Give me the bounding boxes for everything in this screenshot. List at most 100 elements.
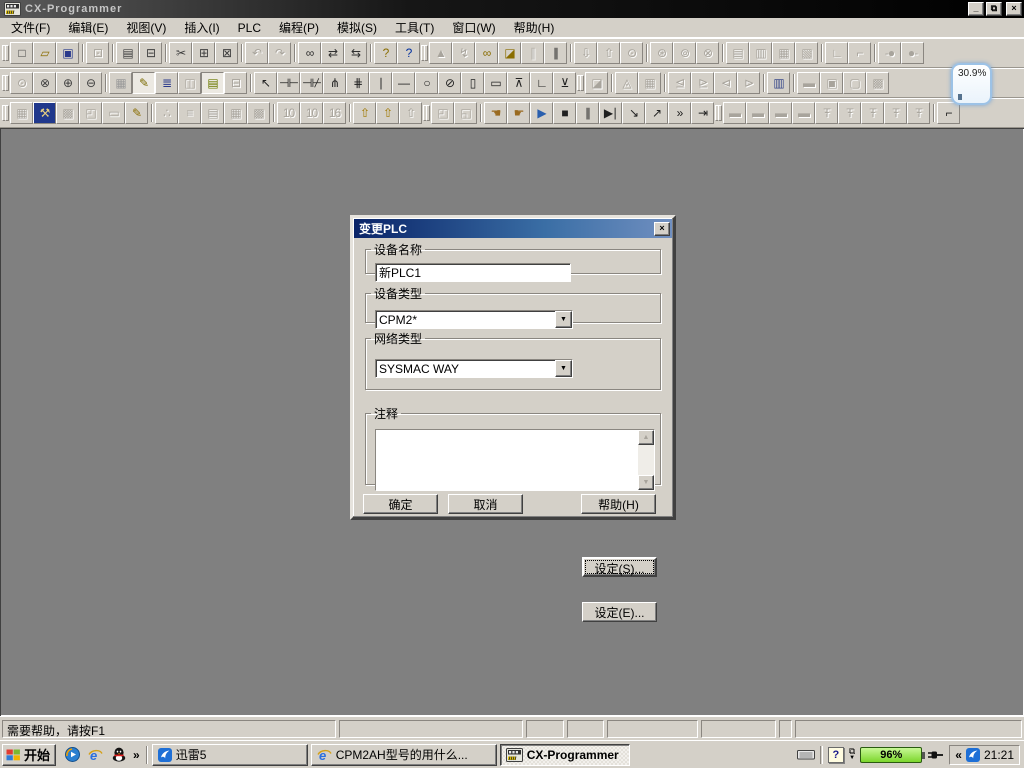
- io-monitor-4-icon[interactable]: ▬: [792, 102, 815, 124]
- media-player-icon[interactable]: [64, 747, 81, 763]
- keyboard-icon[interactable]: [797, 748, 815, 761]
- decimal-monitor-10-icon[interactable]: 10: [277, 102, 300, 124]
- memory-window-1-icon[interactable]: ▩: [56, 102, 79, 124]
- device-type-settings-button[interactable]: 设定(S)...: [582, 557, 657, 577]
- thunder-tray-icon[interactable]: [966, 748, 980, 762]
- hex-monitor-16-icon[interactable]: 16: [323, 102, 346, 124]
- cut-icon[interactable]: ✂: [169, 42, 192, 64]
- io-monitor-3-icon[interactable]: ▬: [769, 102, 792, 124]
- memory-window-2-icon[interactable]: ◰: [79, 102, 102, 124]
- start-button[interactable]: 开始: [2, 744, 56, 766]
- zoom-select-icon[interactable]: ⊙: [10, 72, 33, 94]
- window-view-2-icon[interactable]: ◱: [454, 102, 477, 124]
- window-switch-icon[interactable]: ⧉▼: [849, 748, 855, 762]
- watch-window-2-icon[interactable]: ▥: [749, 42, 772, 64]
- device-type-dropdown-icon[interactable]: ▼: [555, 311, 572, 328]
- force-off-icon[interactable]: ●-: [901, 42, 924, 64]
- restore-button[interactable]: ⧉: [986, 2, 1002, 16]
- global-symbols-icon[interactable]: ▦: [224, 102, 247, 124]
- battery-indicator[interactable]: 96%: [860, 747, 922, 763]
- menu-item-view[interactable]: 视图(V): [117, 17, 175, 38]
- menu-item-window[interactable]: 窗口(W): [443, 17, 504, 38]
- cancel-button[interactable]: 取消: [448, 494, 523, 514]
- sim-continuous-run-icon[interactable]: »: [668, 102, 691, 124]
- undo-icon[interactable]: ↶: [245, 42, 268, 64]
- qq-icon[interactable]: [110, 747, 127, 763]
- input-help-icon[interactable]: ?: [828, 747, 844, 763]
- force-on-icon[interactable]: -●: [878, 42, 901, 64]
- page-setup-icon[interactable]: ⊡: [86, 42, 109, 64]
- show-rungs-icon[interactable]: ▤: [201, 72, 224, 94]
- task-button-ie[interactable]: eCPM2AH型号的用什么...: [311, 744, 497, 766]
- power-plug-icon[interactable]: [927, 749, 944, 761]
- io-monitor-1-icon[interactable]: ▬: [723, 102, 746, 124]
- network-type-settings-button[interactable]: 设定(E)...: [582, 602, 657, 622]
- io-condition-2-icon[interactable]: Ŧ: [838, 102, 861, 124]
- quick-launch-overflow-chevron[interactable]: »: [133, 748, 140, 762]
- menu-item-edit[interactable]: 编辑(E): [59, 17, 117, 38]
- toolbar-grip[interactable]: [1, 102, 9, 124]
- delete-connector-icon[interactable]: ⊻: [553, 72, 576, 94]
- replace-icon[interactable]: ⇄: [321, 42, 344, 64]
- help-button[interactable]: 帮助(H): [581, 494, 656, 514]
- minimize-button[interactable]: _: [968, 2, 984, 16]
- new-project-icon[interactable]: □: [10, 42, 33, 64]
- io-condition-3-icon[interactable]: Ŧ: [861, 102, 884, 124]
- sim-pause-icon[interactable]: ∥: [576, 102, 599, 124]
- window-view-1-icon[interactable]: ◰: [431, 102, 454, 124]
- memory-editor-icon[interactable]: ▩: [247, 102, 270, 124]
- local-symbols-icon[interactable]: ▤: [201, 102, 224, 124]
- signed-decimal-10-icon[interactable]: 10: [300, 102, 323, 124]
- compile-icon[interactable]: ▲: [429, 42, 452, 64]
- show-grid-icon[interactable]: ▦: [109, 72, 132, 94]
- toolbar-grip[interactable]: [420, 42, 428, 64]
- menu-item-program[interactable]: 编程(P): [270, 17, 328, 38]
- new-closed-contact-icon[interactable]: ⊣⊬: [300, 72, 323, 94]
- new-connector-icon[interactable]: ∟: [530, 72, 553, 94]
- save-project-icon[interactable]: ▣: [56, 42, 79, 64]
- toolbar-grip[interactable]: [1, 72, 9, 94]
- menu-item-file[interactable]: 文件(F): [2, 17, 59, 38]
- selection-mode-icon[interactable]: ↖: [254, 72, 277, 94]
- online-edit-rung-2-icon[interactable]: ⊵: [691, 72, 714, 94]
- compile-all-icon[interactable]: ↯: [452, 42, 475, 64]
- dialog-titlebar[interactable]: 变更PLC ×: [354, 219, 672, 238]
- sim-stop-icon[interactable]: ■: [553, 102, 576, 124]
- program-mode-icon[interactable]: ⊗: [696, 42, 719, 64]
- task-button-thunder[interactable]: 迅雷5: [152, 744, 308, 766]
- io-condition-5-icon[interactable]: Ŧ: [907, 102, 930, 124]
- new-coil-icon[interactable]: ○: [415, 72, 438, 94]
- menu-item-tools[interactable]: 工具(T): [386, 17, 443, 38]
- check-program-icon[interactable]: ∞: [475, 42, 498, 64]
- zoom-out-icon[interactable]: ⊖: [79, 72, 102, 94]
- differential-up-icon[interactable]: ∟: [825, 42, 848, 64]
- tree-view-icon[interactable]: ⊟: [224, 72, 247, 94]
- help-icon[interactable]: ?: [374, 42, 397, 64]
- data-trace-icon[interactable]: ▥: [767, 72, 790, 94]
- online-edit-rung-1-icon[interactable]: ⊴: [668, 72, 691, 94]
- zoom-fit-icon[interactable]: ⊗: [33, 72, 56, 94]
- transfer-from-plc-icon[interactable]: ⇧: [597, 42, 620, 64]
- online-edit-rung-4-icon[interactable]: ⊳: [737, 72, 760, 94]
- new-contact-icon[interactable]: ⊣⊢: [277, 72, 300, 94]
- io-condition-1-icon[interactable]: Ŧ: [815, 102, 838, 124]
- io-table-icon[interactable]: ▦: [10, 102, 33, 124]
- release-online-edit-icon[interactable]: ▦: [638, 72, 661, 94]
- upload-3-icon[interactable]: ⇧: [399, 102, 422, 124]
- memory-window-3-icon[interactable]: ▭: [102, 102, 125, 124]
- window-split-icon[interactable]: ◫: [178, 72, 201, 94]
- new-or-contact-icon[interactable]: ⋔: [323, 72, 346, 94]
- app-titlebar[interactable]: CX-Programmer _ ⧉ ×: [0, 0, 1024, 18]
- sim-step-out-icon[interactable]: ↗: [645, 102, 668, 124]
- paste-icon[interactable]: ⊠: [215, 42, 238, 64]
- ok-button[interactable]: 确定: [363, 494, 438, 514]
- toolbar-grip[interactable]: [576, 72, 584, 94]
- zoom-in-icon[interactable]: ⊕: [56, 72, 79, 94]
- print-preview-icon[interactable]: ⊟: [139, 42, 162, 64]
- toolbar-grip[interactable]: [422, 102, 430, 124]
- differential-down-icon[interactable]: ⌐: [848, 42, 871, 64]
- monitor-window-2-icon[interactable]: ▣: [820, 72, 843, 94]
- device-type-combobox[interactable]: CPM2* ▼: [375, 310, 573, 329]
- monitor-window-1-icon[interactable]: ▬: [797, 72, 820, 94]
- sim-step-run-icon[interactable]: ▶∣: [599, 102, 622, 124]
